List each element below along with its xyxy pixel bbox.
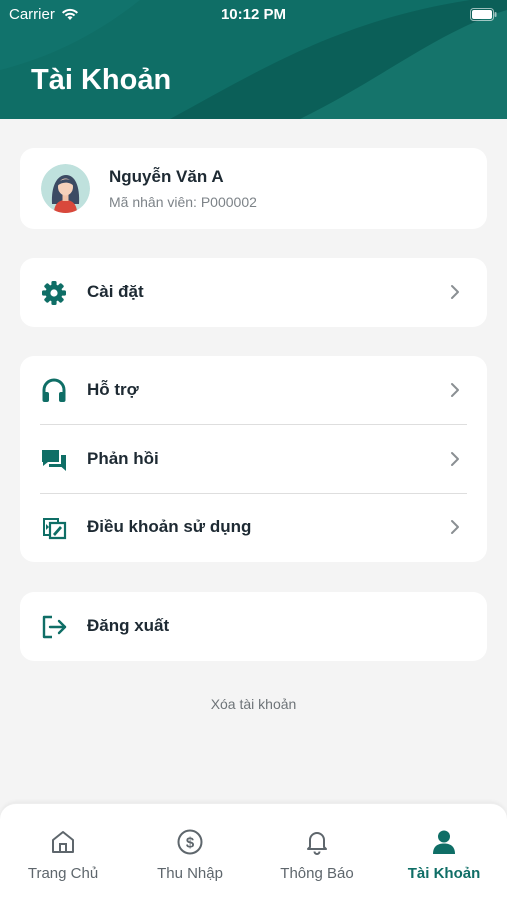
logout-label: Đăng xuất: [87, 616, 170, 635]
logout-card: Đăng xuất: [20, 592, 487, 661]
page-title: Tài Khoản: [31, 64, 172, 96]
logout-icon: [42, 615, 67, 639]
gear-icon: [42, 281, 66, 305]
bell-icon: [307, 832, 327, 855]
tab-account-label: Tài Khoản: [407, 865, 481, 882]
avatar: [41, 164, 90, 213]
dollar-icon: $: [177, 829, 203, 855]
feedback-label: Phản hồi: [87, 449, 159, 468]
tab-account[interactable]: Tài Khoản: [381, 804, 507, 900]
settings-row[interactable]: Cài đặt: [20, 258, 487, 327]
settings-card: Cài đặt: [20, 258, 487, 327]
chevron-right-icon: [451, 452, 459, 466]
chat-bubbles-icon: [42, 450, 66, 471]
headphones-icon: [42, 378, 66, 402]
user-name: Nguyễn Văn A: [109, 167, 224, 186]
chevron-right-icon: [451, 383, 459, 397]
tab-home[interactable]: Trang Chủ: [0, 804, 126, 900]
svg-text:$: $: [186, 835, 195, 852]
home-icon: [52, 831, 74, 853]
status-bar: Carrier 10:12 PM: [0, 0, 507, 30]
clock: 10:12 PM: [220, 6, 287, 23]
tab-income[interactable]: $ Thu Nhập: [127, 804, 253, 900]
support-card: Hỗ trợ Phản hồi Điều khoản sử dụng: [20, 356, 487, 562]
person-icon: [433, 830, 455, 854]
tab-notifications[interactable]: Thông Báo: [254, 804, 380, 900]
tab-bar: Trang Chủ $ Thu Nhập Thông Báo Tài Khoản: [0, 803, 507, 900]
tab-home-label: Trang Chủ: [27, 865, 99, 882]
logout-row[interactable]: Đăng xuất: [20, 592, 487, 661]
support-row[interactable]: Hỗ trợ: [20, 356, 487, 425]
settings-label: Cài đặt: [87, 282, 144, 301]
chevron-right-icon: [451, 520, 459, 534]
tab-income-label: Thu Nhập: [157, 865, 223, 882]
chevron-right-icon: [451, 285, 459, 299]
delete-account-link[interactable]: Xóa tài khoản: [0, 696, 507, 712]
battery-icon: [470, 8, 497, 21]
employee-id: Mã nhân viên: P000002: [109, 194, 257, 210]
feedback-row[interactable]: Phản hồi: [20, 425, 487, 494]
support-label: Hỗ trợ: [87, 380, 139, 399]
profile-card[interactable]: Nguyễn Văn A Mã nhân viên: P000002: [20, 148, 487, 229]
tab-notifications-label: Thông Báo: [280, 865, 354, 882]
terms-row[interactable]: Điều khoản sử dụng: [20, 493, 487, 562]
document-sign-icon: [43, 518, 67, 540]
terms-label: Điều khoản sử dụng: [87, 517, 252, 536]
header: Carrier 10:12 PM Tài Khoản: [0, 0, 507, 119]
